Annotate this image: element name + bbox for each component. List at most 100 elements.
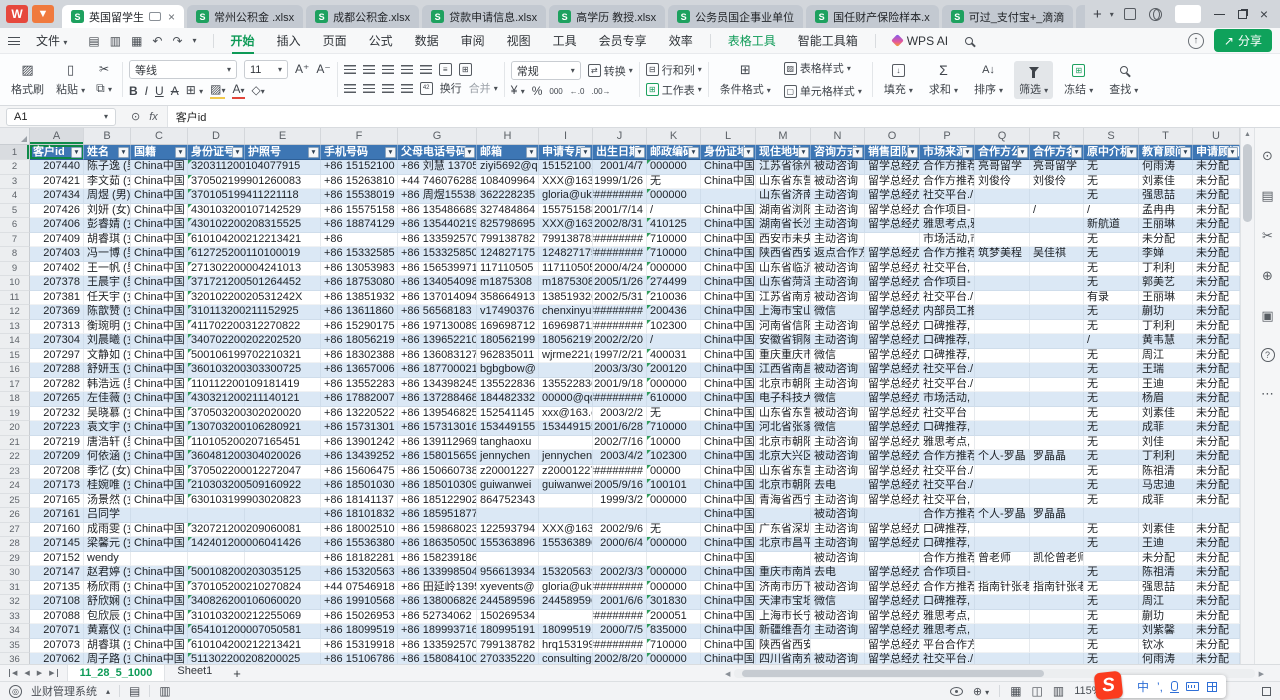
cell[interactable]: 207173 bbox=[30, 479, 84, 494]
cell[interactable]: ######### bbox=[593, 247, 647, 262]
cell[interactable]: 济南市历下 bbox=[756, 581, 811, 596]
file-tab[interactable]: S可过_支付宝+_滴滴 bbox=[942, 5, 1074, 28]
筛选-button[interactable]: 筛选 ▾ bbox=[1014, 61, 1053, 99]
header-cell[interactable]: 申请专用▼ bbox=[539, 145, 593, 160]
cell[interactable]: 王一帆 (男 bbox=[84, 262, 131, 277]
cell[interactable]: +86 1580156591 bbox=[398, 450, 477, 465]
restore-button[interactable] bbox=[1238, 10, 1247, 19]
cell[interactable]: 刘素佳 bbox=[1139, 175, 1193, 190]
cell[interactable]: 2000/4/24 bbox=[593, 262, 647, 277]
cell[interactable]: 835000 bbox=[647, 624, 701, 639]
selection-mode-icon[interactable]: ⊕ ▾ bbox=[973, 685, 989, 698]
column-header-I[interactable]: I bbox=[539, 128, 593, 144]
cell[interactable]: 210036 bbox=[647, 291, 701, 306]
cell[interactable] bbox=[1084, 508, 1139, 523]
cell[interactable]: 117110505 bbox=[539, 262, 593, 277]
cell[interactable]: guiwanwei bbox=[477, 479, 539, 494]
cell[interactable]: China中国 bbox=[701, 494, 756, 509]
align-center-icon[interactable] bbox=[363, 84, 375, 93]
cell[interactable]: 2005/9/16 bbox=[593, 479, 647, 494]
cell[interactable]: 马忠迪 bbox=[1139, 479, 1193, 494]
cell[interactable] bbox=[539, 508, 593, 523]
cell[interactable]: 无 bbox=[1084, 537, 1139, 552]
cell[interactable]: +86 1343982452 bbox=[398, 378, 477, 393]
cell[interactable] bbox=[1030, 363, 1084, 378]
cell[interactable]: 吕同学 bbox=[84, 508, 131, 523]
cell[interactable] bbox=[701, 189, 756, 204]
cell[interactable]: 刘晨曦 (女 bbox=[84, 334, 131, 349]
cell[interactable]: 未分配 bbox=[1193, 624, 1240, 639]
cell[interactable]: 207288 bbox=[30, 363, 84, 378]
cell[interactable]: 广东省深圳 bbox=[756, 523, 811, 538]
header-cell[interactable]: 原中介机▼ bbox=[1084, 145, 1139, 160]
cell[interactable]: / bbox=[647, 334, 701, 349]
outline-icon[interactable]: ▥ bbox=[159, 684, 170, 698]
cell[interactable]: 未分配 bbox=[1139, 233, 1193, 248]
cell[interactable]: China中国 bbox=[701, 595, 756, 610]
cell[interactable]: 被动咨询 bbox=[811, 291, 865, 306]
cell[interactable]: bgbgbow@ bbox=[477, 363, 539, 378]
cell[interactable]: 无 bbox=[1084, 276, 1139, 291]
cell[interactable]: 筑梦美程 bbox=[975, 247, 1030, 262]
cell[interactable]: 刘妍 (女) bbox=[84, 204, 131, 219]
menu-table-tools[interactable]: 表格工具 bbox=[717, 29, 787, 52]
cell[interactable]: 个人-罗晶 bbox=[975, 508, 1030, 523]
cell[interactable] bbox=[975, 334, 1030, 349]
cell[interactable]: 王迪 bbox=[1139, 537, 1193, 552]
filter-button[interactable]: ▼ bbox=[1017, 147, 1028, 158]
decrease-font-icon[interactable]: A⁻ bbox=[316, 63, 330, 76]
cell[interactable] bbox=[865, 508, 920, 523]
cell[interactable]: 2000/7/5 bbox=[593, 624, 647, 639]
cell[interactable]: 主动咨询 bbox=[811, 378, 865, 393]
cell[interactable]: 上海市长宁 bbox=[756, 610, 811, 625]
formula-input[interactable]: 客户id bbox=[167, 106, 1280, 127]
cell[interactable]: China中国 bbox=[131, 450, 188, 465]
cell[interactable]: +86 1598680231 bbox=[398, 523, 477, 538]
cell[interactable]: 184482332 bbox=[477, 392, 539, 407]
cell[interactable]: 360103200303300725 bbox=[188, 363, 245, 378]
fx-icon[interactable]: fx bbox=[149, 111, 158, 123]
filter-button[interactable]: ▼ bbox=[634, 147, 645, 158]
cell[interactable]: 河南省信阳 bbox=[756, 320, 811, 335]
column-header-P[interactable]: P bbox=[920, 128, 975, 144]
cell[interactable]: 留学总经办 bbox=[865, 407, 920, 422]
clip-icon[interactable]: ✂ bbox=[1262, 228, 1273, 244]
cell[interactable]: 207073 bbox=[30, 639, 84, 654]
cell[interactable] bbox=[245, 508, 321, 523]
cell[interactable]: 山东省菏泽 bbox=[756, 276, 811, 291]
thousands-button[interactable]: 000 bbox=[549, 85, 562, 98]
row-header[interactable]: 25 bbox=[0, 494, 30, 509]
cell[interactable]: 市场活动, bbox=[920, 392, 975, 407]
cell[interactable] bbox=[1030, 218, 1084, 233]
shrink-text-icon[interactable]: 42 bbox=[420, 82, 433, 95]
cell[interactable] bbox=[647, 552, 701, 567]
cell[interactable]: 未分配 bbox=[1193, 378, 1240, 393]
cell[interactable] bbox=[975, 653, 1030, 664]
cell[interactable]: 340826200106060020 bbox=[188, 595, 245, 610]
cell[interactable]: +86 1971300890 bbox=[398, 320, 477, 335]
cell[interactable]: 雅思考点,雅 bbox=[920, 218, 975, 233]
cell[interactable]: 返点合作方 bbox=[811, 247, 865, 262]
cell[interactable]: 赵君婷 (女 bbox=[84, 566, 131, 581]
cell[interactable]: China中国 bbox=[701, 421, 756, 436]
cell[interactable]: 孟冉冉 bbox=[1139, 204, 1193, 219]
cell[interactable] bbox=[975, 218, 1030, 233]
cell[interactable]: 610104200212213421 bbox=[188, 233, 245, 248]
cell[interactable]: 重庆市南岸 bbox=[756, 566, 811, 581]
increase-decimal-button[interactable]: ←.0 bbox=[570, 85, 585, 98]
cell[interactable]: 000000 bbox=[647, 189, 701, 204]
cell[interactable]: 2002/8/20 bbox=[593, 653, 647, 664]
cell[interactable]: China中国 bbox=[131, 320, 188, 335]
redo-icon[interactable]: ↷ bbox=[172, 34, 182, 48]
cell[interactable]: 799138782 bbox=[477, 639, 539, 654]
cell[interactable]: 362228235 bbox=[477, 189, 539, 204]
cell[interactable]: 未分配 bbox=[1193, 189, 1240, 204]
cell[interactable]: China中国 bbox=[701, 450, 756, 465]
cell[interactable]: 杨欣雨 (女 bbox=[84, 581, 131, 596]
cell[interactable] bbox=[539, 552, 593, 567]
paste-button[interactable]: ▯粘贴 ▾ bbox=[51, 61, 90, 99]
cell[interactable]: 重庆重庆市 bbox=[756, 349, 811, 364]
cell[interactable] bbox=[593, 508, 647, 523]
print-icon[interactable]: ▦ bbox=[131, 34, 142, 48]
cell[interactable] bbox=[865, 552, 920, 567]
